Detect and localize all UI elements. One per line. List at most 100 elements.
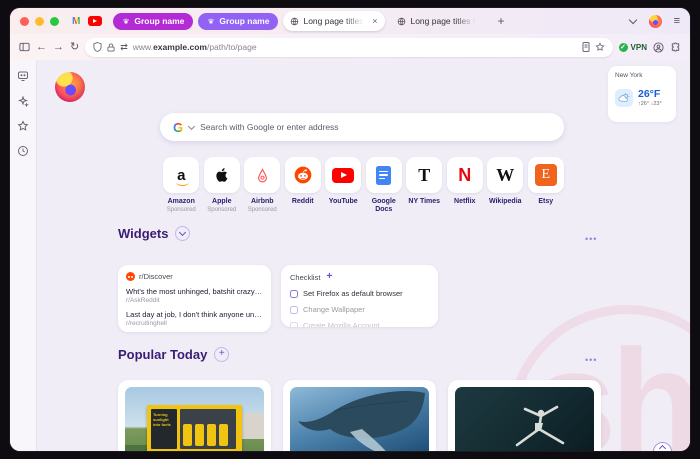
checkbox[interactable] [290,289,298,298]
close-tab-icon[interactable]: × [371,16,378,26]
checklist-item[interactable]: Create Mozilla Account [290,321,429,327]
solar-container-image: Turning sunlight into fuels [125,387,264,451]
shortcut-apple[interactable]: Apple Sponsored [202,157,243,214]
globe-icon [397,17,406,26]
ai-chatbot-icon[interactable] [17,70,29,82]
shortcut-airbnb[interactable]: Airbnb Sponsored [242,157,283,214]
wikipedia-icon: W [496,165,515,185]
tab-title: Long page titles fade off [410,16,480,26]
hamburger-menu-icon[interactable]: ≡ [674,15,680,27]
ny-times-icon: T [418,165,431,185]
bookmark-star-icon[interactable] [595,42,605,52]
new-tab-button[interactable]: + [491,14,510,28]
firefox-menu-icon[interactable] [648,14,662,28]
firefox-logo [55,72,85,102]
url-text: www.example.com/path/to/page [132,42,257,52]
checklist-item[interactable]: Set Firefox as default browser [290,289,429,298]
popular-add-button[interactable]: + [214,347,230,362]
reload-button[interactable]: ↻ [70,41,79,53]
ballet-dancer-image [455,387,594,451]
amazon-icon: a [176,166,190,186]
reddit-discover-widget[interactable]: r/Discover Wht's the most unhinged, bats… [118,265,271,332]
url-bar[interactable]: ⇄ www.example.com/path/to/page [85,37,613,57]
container-swap-icon[interactable]: ⇄ [120,42,128,52]
history-clock-icon[interactable] [17,145,29,157]
shortcut-youtube[interactable]: YouTube [323,157,364,214]
reddit-post[interactable]: Last day at job, I don't think anyone un… [126,310,263,327]
pinned-tabs: M [72,16,103,27]
minimize-window-button[interactable] [35,16,44,26]
tab-group-icon [122,17,130,25]
plus-icon: + [218,348,225,359]
reddit-post[interactable]: Wht's the most unhinged, batshit crazy p… [126,287,263,304]
account-icon[interactable] [653,41,664,53]
list-all-tabs-icon[interactable] [628,15,637,25]
browser-window: M Group name Group name Long page titles… [10,8,690,451]
sidebar-rail [10,60,37,451]
main-area: sh New York 26°F ↑26° ↓23° G Search with… [10,60,690,451]
navbar-right-icons: ✓ VPN [618,41,681,53]
humpback-whale-image [290,387,429,451]
etsy-icon: E [534,164,557,186]
checklist-title: Checklist [290,272,321,282]
lock-icon[interactable] [107,43,115,52]
tracking-shield-icon[interactable] [93,42,102,52]
widgets-section-header: Widgets [118,226,191,241]
tab-group-violet[interactable]: Group name [198,12,279,30]
popular-title: Popular Today [118,347,208,362]
popular-card-whale[interactable] [283,380,436,451]
shortcut-google-docs[interactable]: Google Docs [364,157,405,214]
forward-button[interactable]: → [53,41,64,53]
popular-card-dancer[interactable] [448,380,601,451]
google-docs-icon [376,165,392,185]
shortcut-wikipedia[interactable]: W Wikipedia [485,157,526,214]
checkbox[interactable] [290,321,298,327]
extensions-icon[interactable] [670,41,681,53]
shortcut-netflix[interactable]: N Netflix [445,157,486,214]
gmail-pinned-tab-icon[interactable]: M [72,16,80,27]
checklist-widget[interactable]: Checklist + Set Firefox as default brows… [281,265,438,327]
reader-mode-icon[interactable] [582,42,590,52]
shortcut-amazon[interactable]: a Amazon Sponsored [161,157,202,214]
popular-card-solar[interactable]: Turning sunlight into fuels [118,380,271,451]
vpn-badge[interactable]: ✓ VPN [618,42,647,52]
navigation-bar: ← → ↻ ⇄ www.example.com/path/to/page ✓ V… [10,34,690,60]
sparkle-icon[interactable] [17,95,29,107]
maximize-window-button[interactable] [50,16,59,26]
tab-active[interactable]: Long page titles fade off × [283,11,386,31]
bookmarks-icon[interactable] [17,120,29,132]
new-tab-page: sh New York 26°F ↑26° ↓23° G Search with… [37,60,690,451]
reddit-icon [126,272,135,281]
partly-cloudy-icon [615,88,633,107]
back-button[interactable]: ← [36,41,47,53]
widgets-more-options-icon[interactable]: ••• [585,234,597,244]
youtube-pinned-tab-icon[interactable] [88,16,103,26]
tab-inactive[interactable]: Long page titles fade off [390,11,486,31]
close-window-button[interactable] [20,16,29,26]
reddit-icon [293,165,313,185]
globe-icon [290,17,299,26]
popular-more-options-icon[interactable]: ••• [585,355,597,365]
tab-group-icon [207,17,215,25]
checklist-add-button[interactable]: + [326,272,332,282]
widgets-collapse-button[interactable] [175,226,191,241]
youtube-icon [332,167,355,183]
checklist-item[interactable]: Change Wallpaper [290,305,429,314]
weather-high-low: ↑26° ↓23° [638,101,662,107]
chevron-down-icon [179,228,187,237]
scroll-indicator-button[interactable] [653,442,672,451]
weather-widget[interactable]: New York 26°F ↑26° ↓23° [608,66,676,122]
shortcut-ny-times[interactable]: T NY Times [404,157,445,214]
google-logo-icon: G [173,119,184,135]
shortcut-etsy[interactable]: E Etsy [526,157,567,214]
chevron-up-icon [658,444,667,451]
tab-group-magenta[interactable]: Group name [113,12,194,30]
sidebar-toggle-icon[interactable] [19,42,30,52]
weather-city: New York [615,72,643,79]
tab-group-label: Group name [219,16,270,26]
search-bar[interactable]: G [160,113,564,141]
search-engine-chevron-icon[interactable] [188,122,196,130]
shortcut-reddit[interactable]: Reddit [283,157,324,214]
checkbox[interactable] [290,305,298,314]
search-input[interactable] [200,122,551,132]
